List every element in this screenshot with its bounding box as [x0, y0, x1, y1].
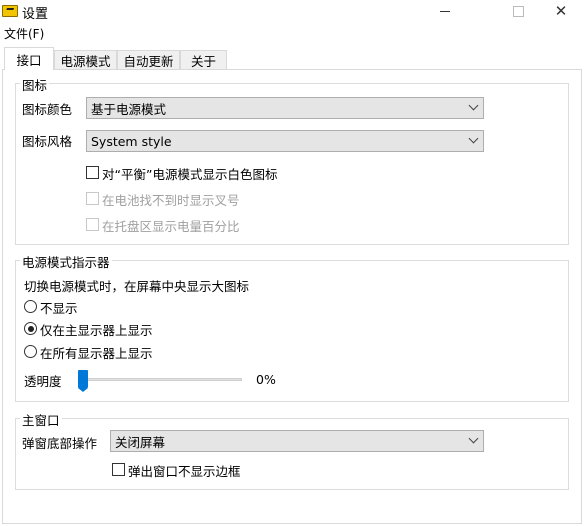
tab-about[interactable]: 关于 [180, 50, 227, 69]
close-button[interactable]: ✕ [538, 0, 584, 22]
chevron-down-icon [468, 433, 479, 444]
tray-percent-checkbox[interactable] [86, 218, 99, 231]
app-icon [2, 5, 18, 17]
opacity-slider-thumb[interactable] [78, 370, 88, 392]
icon-style-select[interactable]: System style [86, 130, 484, 152]
no-border-label: 弹出窗口不显示边框 [128, 464, 241, 479]
radio-primary-display-label: 仅在主显示器上显示 [40, 323, 153, 338]
radio-primary-display[interactable] [24, 322, 37, 335]
chevron-down-icon [468, 133, 479, 144]
no-border-checkbox[interactable] [112, 463, 125, 476]
battery-cross-label: 在电池找不到时显示叉号 [102, 193, 240, 208]
indicator-description: 切换电源模式时，在屏幕中央显示大图标 [24, 279, 250, 294]
radio-all-displays[interactable] [24, 345, 37, 358]
menu-file[interactable]: 文件(F) [4, 25, 44, 42]
close-icon: ✕ [554, 1, 568, 20]
tab-power-mode[interactable]: 电源模式 [54, 50, 117, 69]
icon-color-select[interactable]: 基于电源模式 [86, 97, 484, 119]
opacity-label: 透明度 [24, 374, 62, 389]
icon-color-value: 基于电源模式 [91, 101, 167, 117]
white-icon-label: 对“平衡”电源模式显示白色图标 [102, 167, 278, 182]
tray-percent-label: 在托盘区显示电量百分比 [102, 219, 240, 234]
radio-hide[interactable] [24, 300, 37, 313]
minimize-icon [440, 10, 450, 12]
bottom-action-label: 弹窗底部操作 [22, 436, 98, 451]
minimize-button[interactable] [422, 0, 468, 22]
window-title: 设置 [22, 7, 49, 22]
icon-group-title: 图标 [20, 75, 50, 94]
bottom-action-select[interactable]: 关闭屏幕 [110, 430, 484, 452]
main-window-group-title: 主窗口 [20, 410, 62, 429]
icon-style-label: 图标风格 [22, 134, 73, 149]
indicator-group-title: 电源模式指示器 [20, 252, 112, 271]
white-icon-checkbox[interactable] [86, 166, 99, 179]
opacity-slider-track[interactable] [82, 378, 242, 381]
main-window-group [15, 418, 569, 490]
tab-interface[interactable]: 接口 [4, 47, 54, 70]
radio-all-displays-label: 在所有显示器上显示 [40, 346, 153, 361]
opacity-value: 0% [256, 372, 276, 387]
maximize-icon [512, 5, 524, 17]
icon-color-label: 图标颜色 [22, 102, 73, 117]
radio-hide-label: 不显示 [40, 301, 78, 316]
maximize-button[interactable] [495, 0, 541, 22]
battery-cross-checkbox[interactable] [86, 192, 99, 205]
bottom-action-value: 关闭屏幕 [115, 434, 166, 450]
icon-style-value: System style [91, 133, 172, 149]
tab-auto-update[interactable]: 自动更新 [117, 50, 180, 69]
chevron-down-icon [468, 100, 479, 111]
menu-bar [0, 22, 584, 42]
